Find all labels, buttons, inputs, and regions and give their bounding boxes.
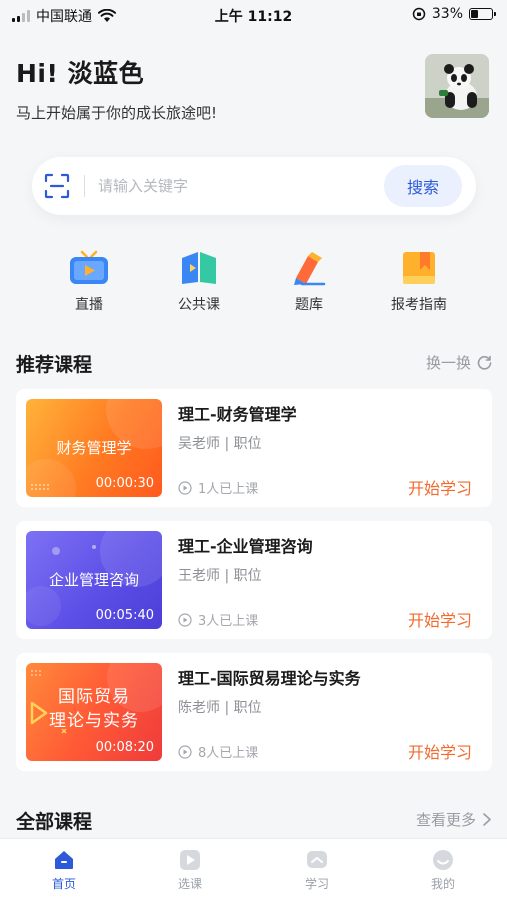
course-learners: 1人已上课 xyxy=(178,478,258,497)
refresh-button[interactable]: 换一换 xyxy=(426,352,492,373)
quick-nav-label: 公共课 xyxy=(178,297,220,313)
learners-count: 1人已上课 xyxy=(198,482,259,497)
orientation-lock-icon xyxy=(412,7,426,21)
all-courses-title: 全部课程 xyxy=(16,811,93,833)
thumbnail-title: 国际贸易 理论与实务 xyxy=(26,685,162,733)
view-more-label: 查看更多 xyxy=(415,811,476,829)
start-learning-button[interactable]: 开始学习 xyxy=(408,739,472,763)
course-learners: 8人已上课 xyxy=(178,742,258,761)
thumbnail-title: 企业管理咨询 xyxy=(48,571,139,589)
tab-label: 选课 xyxy=(177,877,202,891)
tab-label: 首页 xyxy=(51,877,76,891)
study-icon xyxy=(307,851,327,868)
play-circle-icon xyxy=(178,480,192,495)
thumbnail-title-line: 理论与实务 xyxy=(49,711,139,731)
avatar[interactable] xyxy=(425,54,489,118)
course-card[interactable]: 财务管理学 00:00:30 理工-财务管理学 吴老师 | 职位 1人已上课 开… xyxy=(16,389,492,507)
course-card[interactable]: 国际贸易 理论与实务 00:08:20 理工-国际贸易理论与实务 陈老师 | 职… xyxy=(16,653,492,771)
tab-profile[interactable]: 我的 xyxy=(408,849,478,892)
tv-icon xyxy=(70,250,108,284)
tab-course-select[interactable]: 选课 xyxy=(155,849,225,892)
course-learners: 3人已上课 xyxy=(178,610,258,629)
thumbnail-title-line: 国际贸易 xyxy=(58,687,130,707)
learners-count: 3人已上课 xyxy=(198,614,259,629)
recommended-header: 推荐课程 换一换 xyxy=(16,350,492,376)
quick-nav-label: 报考指南 xyxy=(391,297,447,313)
course-teacher: 吴老师 | 职位 xyxy=(178,436,262,452)
course-duration: 00:00:30 xyxy=(95,476,154,491)
search-divider xyxy=(84,175,85,197)
tab-bar: 首页 选课 学习 我的 xyxy=(0,838,507,900)
tab-label: 我的 xyxy=(430,877,455,891)
thumbnail-title: 财务管理学 xyxy=(56,439,132,457)
battery-percent: 33% xyxy=(431,6,463,22)
course-teacher: 陈老师 | 职位 xyxy=(178,700,262,716)
course-thumbnail[interactable]: 企业管理咨询 00:05:40 xyxy=(26,531,162,629)
quick-nav-live[interactable]: 直播 xyxy=(49,250,129,314)
greeting-subtitle: 马上开始属于你的成长旅途吧! xyxy=(16,104,218,122)
course-title: 理工-财务管理学 xyxy=(178,405,297,424)
learners-count: 8人已上课 xyxy=(198,746,259,761)
start-learning-button[interactable]: 开始学习 xyxy=(408,475,472,499)
search-input[interactable] xyxy=(98,171,368,201)
refresh-icon xyxy=(477,355,492,370)
search-box: 搜索 xyxy=(32,157,476,215)
quick-nav: 直播 公共课 题库 报考指南 xyxy=(0,250,507,320)
course-thumbnail[interactable]: 财务管理学 00:00:30 xyxy=(26,399,162,497)
recommended-title: 推荐课程 xyxy=(16,354,93,376)
panda-avatar-image xyxy=(425,54,489,118)
status-right: 33% xyxy=(412,6,496,22)
course-duration: 00:05:40 xyxy=(95,608,154,623)
all-courses-header: 全部课程 查看更多 xyxy=(16,807,492,833)
course-title: 理工-国际贸易理论与实务 xyxy=(178,669,361,688)
refresh-label: 换一换 xyxy=(425,354,471,372)
home-icon xyxy=(55,851,73,869)
quick-nav-exam-guide[interactable]: 报考指南 xyxy=(379,250,459,314)
quick-nav-question-bank[interactable]: 题库 xyxy=(269,250,349,314)
tab-home[interactable]: 首页 xyxy=(29,849,99,892)
pencil-icon xyxy=(294,252,326,286)
start-learning-button[interactable]: 开始学习 xyxy=(408,607,472,631)
course-teacher: 王老师 | 职位 xyxy=(178,568,262,584)
course-title: 理工-企业管理咨询 xyxy=(178,537,313,556)
play-circle-icon xyxy=(178,612,192,627)
bookmark-icon xyxy=(403,252,435,284)
view-more-button[interactable]: 查看更多 xyxy=(416,809,492,830)
quick-nav-label: 题库 xyxy=(295,297,323,313)
quick-nav-label: 直播 xyxy=(75,297,103,313)
course-card[interactable]: 企业管理咨询 00:05:40 理工-企业管理咨询 王老师 | 职位 3人已上课… xyxy=(16,521,492,639)
tab-study[interactable]: 学习 xyxy=(282,849,352,892)
profile-icon xyxy=(433,850,453,870)
battery-icon xyxy=(469,8,496,20)
play-icon xyxy=(180,850,200,870)
scan-icon[interactable] xyxy=(44,173,70,199)
course-thumbnail[interactable]: 国际贸易 理论与实务 00:08:20 xyxy=(26,663,162,761)
search-button[interactable]: 搜索 xyxy=(384,165,462,207)
tab-label: 学习 xyxy=(304,877,329,891)
chevron-right-icon xyxy=(483,813,491,826)
greeting-title: Hi! 淡蓝色 xyxy=(16,59,145,88)
play-circle-icon xyxy=(178,744,192,759)
course-duration: 00:08:20 xyxy=(95,740,154,755)
status-bar: 中国联通 上午 11:12 33% xyxy=(0,0,507,30)
book-icon xyxy=(182,252,216,284)
quick-nav-public-course[interactable]: 公共课 xyxy=(159,250,239,314)
greeting: Hi! 淡蓝色 马上开始属于你的成长旅途吧! xyxy=(16,54,217,123)
